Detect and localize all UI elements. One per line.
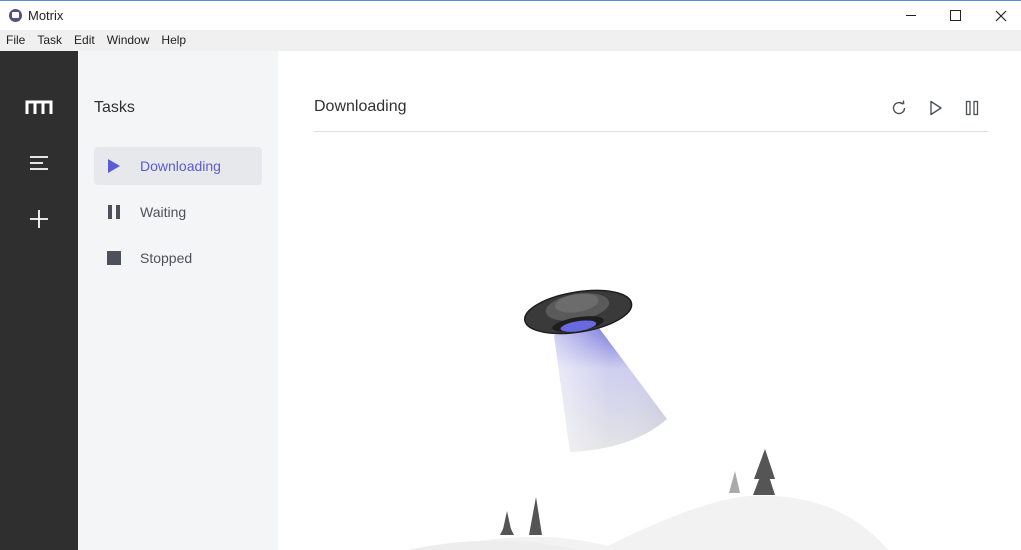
pause-all-button[interactable]	[961, 97, 983, 119]
minimize-button[interactable]	[888, 1, 934, 30]
task-list-button[interactable]	[19, 143, 59, 183]
maximize-icon	[949, 10, 961, 21]
ufo-illustration	[408, 289, 888, 550]
menu-window[interactable]: Window	[101, 30, 156, 51]
pause-icon	[106, 204, 122, 220]
subnav-title: Tasks	[94, 99, 135, 116]
minimize-icon	[906, 15, 916, 16]
motrix-app-icon	[9, 9, 22, 22]
stop-icon	[106, 250, 122, 266]
menu-help[interactable]: Help	[155, 30, 192, 51]
task-subnav: Tasks Downloading Waiting Stopped	[78, 51, 278, 550]
play-icon	[930, 100, 942, 116]
close-icon	[995, 10, 1007, 21]
window-title: Motrix	[28, 8, 64, 23]
refresh-icon	[892, 100, 906, 115]
menu-task[interactable]: Task	[31, 30, 68, 51]
refresh-button[interactable]	[888, 97, 910, 119]
title-bar: Motrix	[0, 0, 1021, 30]
add-icon	[30, 210, 48, 228]
page-title: Downloading	[314, 98, 407, 115]
motrix-logo-icon	[25, 100, 53, 114]
menu-list-icon	[30, 156, 48, 170]
play-icon	[106, 158, 122, 174]
resume-all-button[interactable]	[925, 97, 947, 119]
pause-icon	[965, 100, 979, 116]
main-header: Downloading	[314, 87, 988, 132]
subnav-item-stopped[interactable]: Stopped	[94, 239, 262, 277]
subnav-item-label: Waiting	[140, 204, 187, 220]
subnav-item-downloading[interactable]: Downloading	[94, 147, 262, 185]
maximize-button[interactable]	[932, 1, 978, 30]
subnav-item-label: Stopped	[140, 250, 193, 266]
menu-bar: File Task Edit Window Help	[0, 30, 1021, 51]
subnav-item-label: Downloading	[140, 158, 221, 174]
menu-edit[interactable]: Edit	[68, 30, 101, 51]
menu-file[interactable]: File	[0, 30, 31, 51]
close-button[interactable]	[978, 1, 1021, 30]
motrix-logo-button[interactable]	[19, 87, 59, 127]
add-task-button[interactable]	[19, 199, 59, 239]
subnav-item-waiting[interactable]: Waiting	[94, 193, 262, 231]
app-sidebar	[0, 51, 78, 550]
main-panel: Downloading	[278, 51, 1021, 550]
